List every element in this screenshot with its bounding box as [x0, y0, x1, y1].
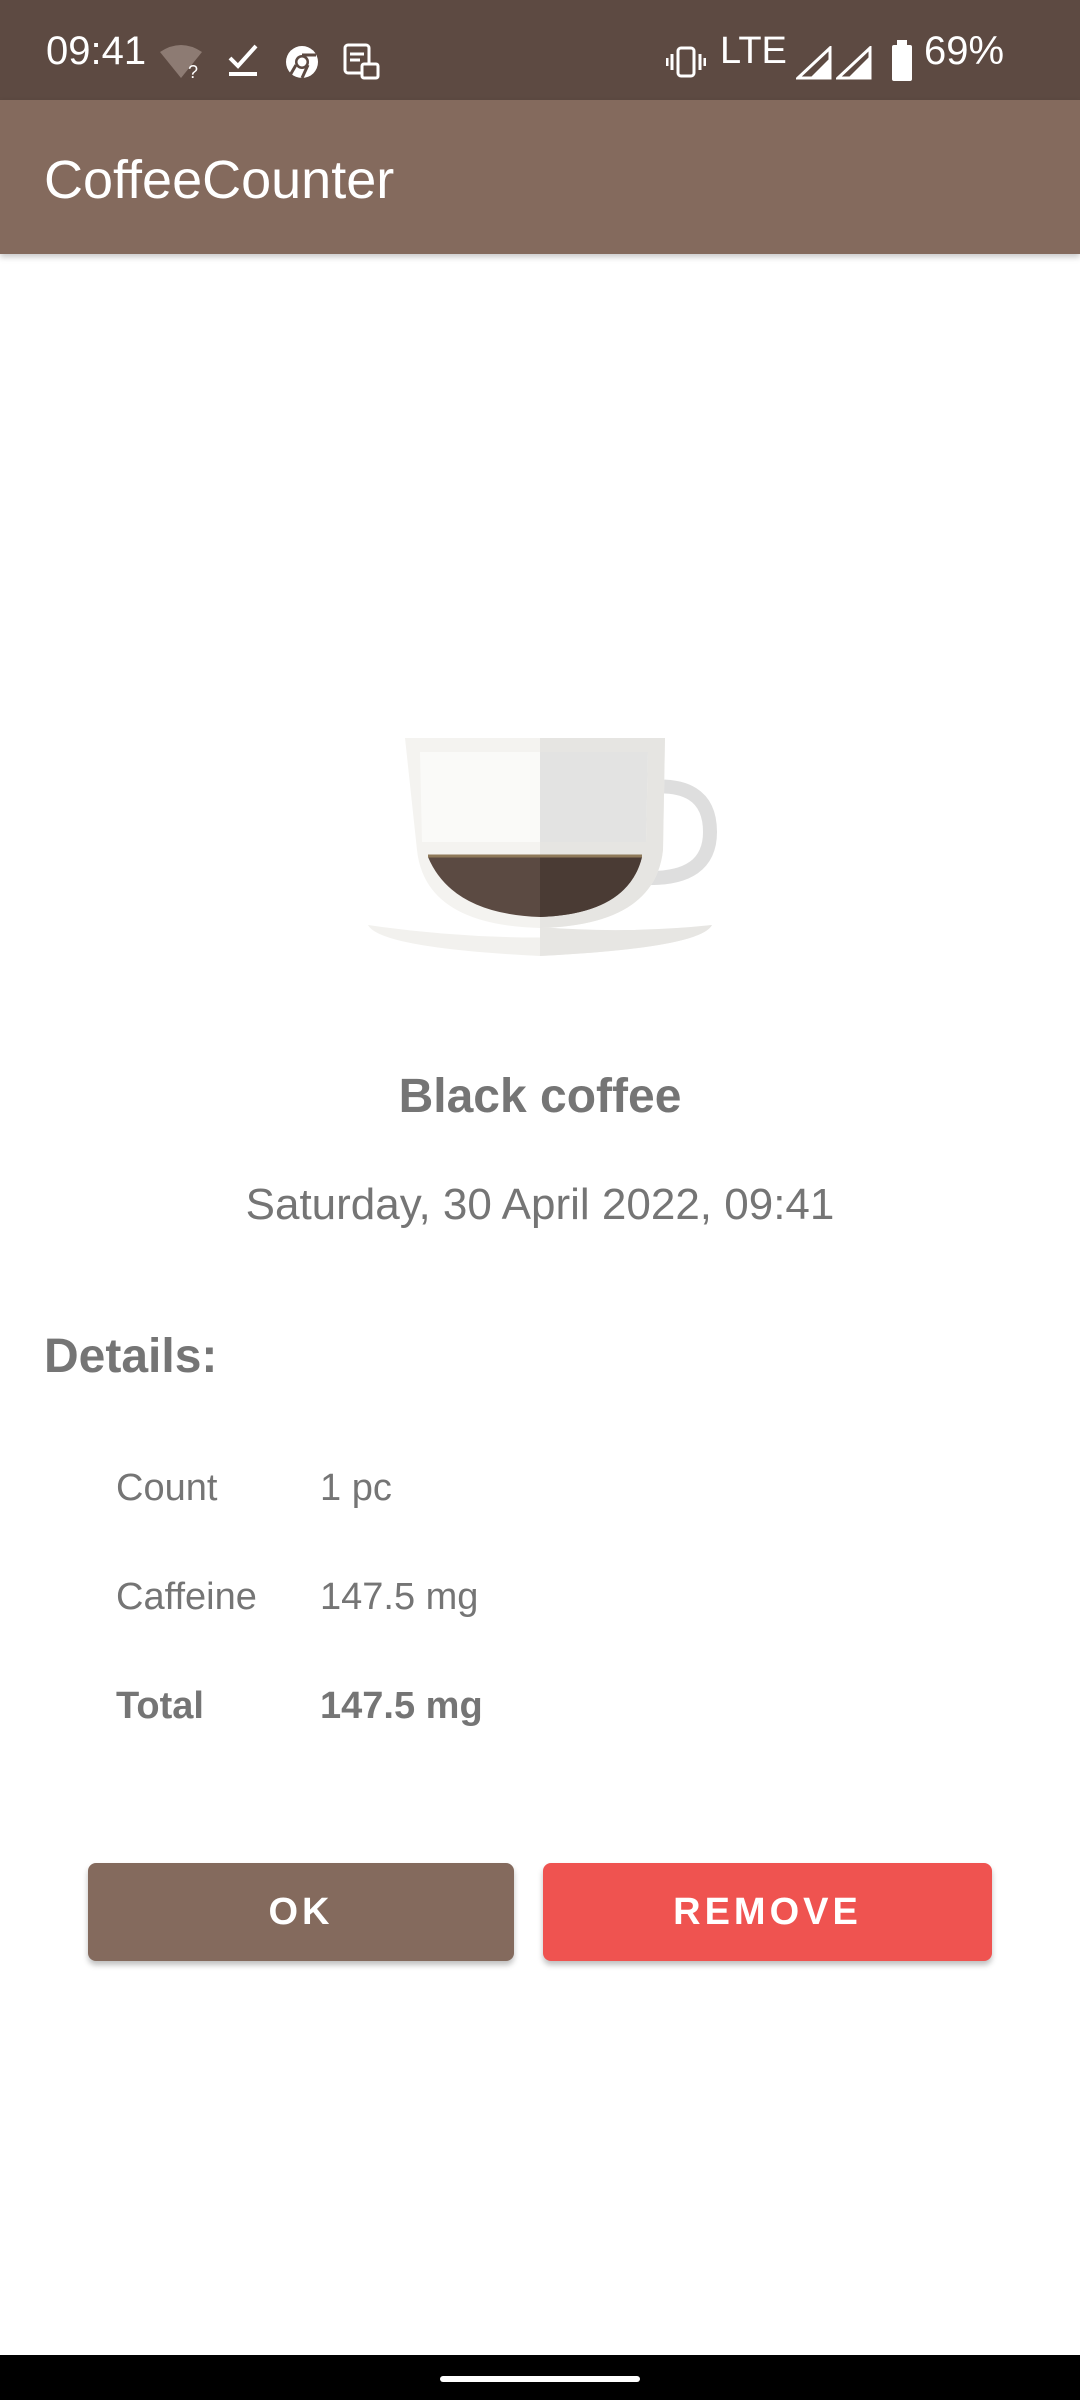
detail-value: 147.5 mg	[320, 1685, 483, 1727]
status-time: 09:41	[46, 29, 147, 73]
network-type: LTE	[720, 30, 787, 72]
details-heading: Details:	[44, 1330, 218, 1383]
vibrate-icon	[666, 46, 706, 78]
detail-label: Total	[116, 1685, 204, 1727]
wifi-unknown-icon: ?	[160, 45, 202, 80]
home-gesture-handle[interactable]	[440, 2376, 640, 2382]
detail-label: Caffeine	[116, 1576, 257, 1618]
coffee-cup-icon	[368, 738, 718, 956]
chrome-icon	[286, 46, 318, 79]
drink-name: Black coffee	[398, 1070, 682, 1123]
drink-date: Saturday, 30 April 2022, 09:41	[245, 1180, 835, 1229]
status-bar: 09:41 ? LTE 69%	[0, 0, 1080, 100]
battery-icon	[892, 40, 912, 81]
check-icon	[228, 44, 258, 76]
battery-percentage: 69%	[924, 29, 1005, 73]
signal-icon	[796, 46, 832, 80]
notification-app-icon	[343, 43, 380, 80]
remove-button[interactable]: REMOVE	[543, 1863, 992, 1961]
detail-value: 147.5 mg	[320, 1576, 479, 1618]
detail-value: 1 pc	[320, 1467, 392, 1509]
app-bar: CoffeeCounter	[0, 100, 1080, 254]
detail-label: Count	[116, 1467, 218, 1509]
navigation-bar	[0, 2355, 1080, 2400]
app-title: CoffeeCounter	[44, 150, 395, 210]
signal-icon-2	[836, 46, 872, 80]
ok-button[interactable]: OK	[88, 1863, 514, 1961]
svg-text:?: ?	[188, 62, 198, 80]
